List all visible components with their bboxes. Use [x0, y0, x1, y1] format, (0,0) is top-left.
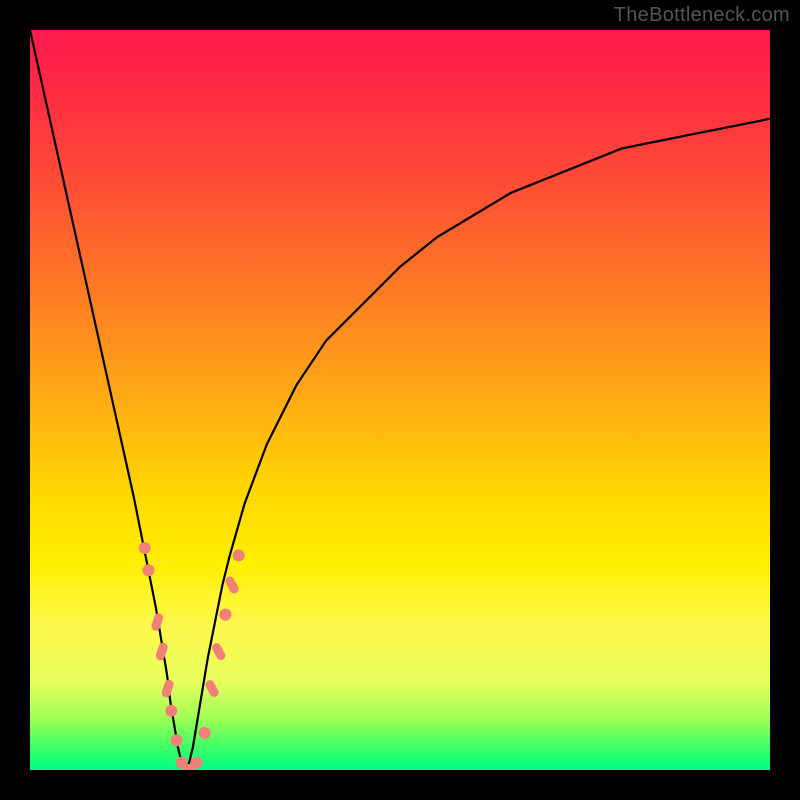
data-marker	[161, 679, 175, 699]
data-marker	[211, 642, 227, 662]
chart-stage: TheBottleneck.com	[0, 0, 800, 800]
data-marker	[171, 734, 183, 746]
curve-layer	[30, 30, 770, 770]
data-marker	[142, 564, 154, 576]
data-marker	[199, 727, 211, 739]
data-marker	[165, 705, 177, 717]
bottleneck-curve	[30, 30, 770, 770]
data-marker	[224, 575, 240, 595]
data-marker	[155, 642, 169, 662]
data-marker	[219, 609, 231, 621]
data-markers	[139, 542, 245, 770]
data-marker	[139, 542, 151, 554]
data-marker	[233, 549, 245, 561]
data-marker	[150, 612, 164, 632]
watermark-text: TheBottleneck.com	[614, 4, 790, 27]
plot-area	[30, 30, 770, 770]
data-marker	[204, 679, 220, 699]
data-marker	[191, 757, 203, 769]
